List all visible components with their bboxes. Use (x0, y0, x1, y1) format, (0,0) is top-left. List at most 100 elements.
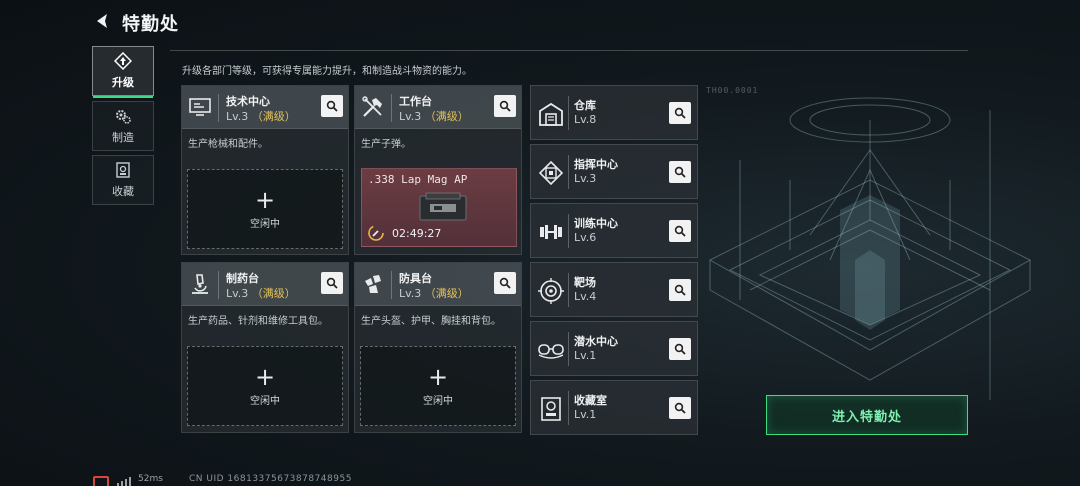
target-icon (538, 278, 564, 304)
facility-name: 指挥中心 (574, 158, 618, 171)
card-description: 生产子弹。 (361, 139, 411, 150)
facility-name: 仓库 (574, 99, 596, 112)
level-value: Lv.3 (399, 110, 422, 123)
inspect-button[interactable] (669, 102, 691, 124)
icon-separator (218, 94, 219, 122)
icon-separator (568, 214, 569, 248)
card-level: Lv.3 （满级） (399, 285, 469, 301)
wrench-timer-icon (368, 225, 384, 241)
card-level: Lv.3 （满级） (226, 285, 296, 301)
facility-command-center[interactable]: 指挥中心 Lv.3 (530, 144, 698, 199)
network-warning-icon (93, 476, 109, 486)
inspect-button[interactable] (321, 272, 343, 294)
inspect-button[interactable] (669, 279, 691, 301)
search-icon (326, 277, 338, 289)
maxed-badge: （满级） (251, 110, 296, 123)
tab-craft[interactable]: 制造 (92, 101, 154, 151)
level-value: Lv.3 (226, 110, 249, 123)
ammo-box-icon (419, 192, 467, 221)
trophy-room-icon (541, 397, 561, 421)
command-chip-icon (538, 160, 564, 186)
section-description: 升级各部门等级，可获得专属能力提升，和制造战斗物资的能力。 (182, 66, 472, 77)
search-icon (499, 100, 511, 112)
inspect-button[interactable] (494, 272, 516, 294)
tab-label: 制造 (112, 131, 134, 144)
slot-status: 空闲中 (423, 395, 453, 407)
facility-name: 潜水中心 (574, 335, 618, 348)
inspect-button[interactable] (669, 397, 691, 419)
gears-icon (116, 110, 131, 124)
page-title: 特勤处 (122, 14, 179, 35)
maxed-badge: （满级） (251, 287, 296, 300)
base-hologram-scene (708, 97, 1032, 400)
icon-separator (568, 96, 569, 130)
level-value: Lv.3 (399, 287, 422, 300)
collection-icon (116, 162, 130, 178)
facility-name: 靶场 (574, 276, 596, 289)
card-name: 工作台 (399, 95, 432, 108)
search-icon (674, 225, 686, 237)
facility-level: Lv.3 (574, 172, 597, 185)
back-arrow-icon[interactable] (92, 11, 112, 31)
facility-card-workbench[interactable]: 工作台 Lv.3 （满级） 生产子弹。 .338 Lap Mag AP 02:4… (354, 85, 522, 255)
icon-separator (218, 271, 219, 299)
facility-level: Lv.1 (574, 408, 597, 421)
facility-card-armor-bench[interactable]: 防具台 Lv.3 （满级） 生产头盔、护甲、胸挂和背包。 + 空闲中 (354, 262, 522, 433)
icon-separator (391, 94, 392, 122)
inspect-button[interactable] (321, 95, 343, 117)
facility-training-center[interactable]: 训练中心 Lv.6 (530, 203, 698, 258)
card-header: 工作台 Lv.3 （满级） (355, 86, 521, 129)
facility-trophy-room[interactable]: 收藏室 Lv.1 (530, 380, 698, 435)
card-name: 制药台 (226, 272, 259, 285)
search-icon (326, 100, 338, 112)
card-header: 技术中心 Lv.3 （满级） (182, 86, 348, 129)
icon-separator (568, 391, 569, 425)
facility-card-pharmacy[interactable]: 制药台 Lv.3 （满级） 生产药品、针剂和维修工具包。 + 空闲中 (181, 262, 349, 433)
maxed-badge: （满级） (424, 110, 469, 123)
craft-item-name: .338 Lap Mag AP (368, 173, 468, 186)
facility-diving-center[interactable]: 潜水中心 Lv.1 (530, 321, 698, 376)
craft-timer: 02:49:27 (392, 227, 442, 240)
tools-icon (362, 96, 382, 117)
facility-name: 训练中心 (574, 217, 618, 230)
search-icon (499, 277, 511, 289)
dumbbell-icon (540, 225, 562, 239)
card-level: Lv.3 （满级） (226, 108, 296, 124)
slot-status: 空闲中 (250, 395, 280, 407)
facility-warehouse[interactable]: 仓库 Lv.8 (530, 85, 698, 140)
icon-separator (391, 271, 392, 299)
tab-collection[interactable]: 收藏 (92, 155, 154, 205)
facility-level: Lv.4 (574, 290, 597, 303)
search-icon (674, 166, 686, 178)
search-icon (674, 107, 686, 119)
inspect-button[interactable] (494, 95, 516, 117)
search-icon (674, 402, 686, 414)
armor-icon (365, 275, 381, 293)
icon-separator (568, 273, 569, 307)
tab-label: 升级 (112, 76, 134, 89)
card-name: 防具台 (399, 272, 432, 285)
ping-value: 52ms (138, 474, 163, 484)
inspect-button[interactable] (669, 338, 691, 360)
idle-production-slot[interactable]: + 空闲中 (187, 169, 343, 249)
card-description: 生产头盔、护甲、胸挂和背包。 (361, 316, 501, 327)
card-description: 生产枪械和配件。 (188, 139, 268, 150)
microscope-icon (192, 274, 208, 294)
active-craft-slot[interactable]: .338 Lap Mag AP 02:49:27 (361, 168, 517, 247)
enter-special-ops-button[interactable]: 进入特勤处 (766, 395, 968, 435)
idle-production-slot[interactable]: + 空闲中 (360, 346, 516, 426)
signal-bars-icon (117, 477, 131, 486)
facility-card-tech-center[interactable]: 技术中心 Lv.3 （满级） 生产枪械和配件。 + 空闲中 (181, 85, 349, 255)
maxed-badge: （满级） (424, 287, 469, 300)
card-level: Lv.3 （满级） (399, 108, 469, 124)
facility-shooting-range[interactable]: 靶场 Lv.4 (530, 262, 698, 317)
inspect-button[interactable] (669, 161, 691, 183)
inspect-button[interactable] (669, 220, 691, 242)
idle-production-slot[interactable]: + 空闲中 (187, 346, 343, 426)
tab-upgrade[interactable]: 升级 (92, 46, 154, 98)
card-description: 生产药品、针剂和维修工具包。 (188, 316, 328, 327)
card-name: 技术中心 (226, 95, 270, 108)
header-divider (170, 50, 968, 51)
search-icon (674, 343, 686, 355)
player-uid: CN UID 16813375673878748955 (189, 474, 352, 484)
